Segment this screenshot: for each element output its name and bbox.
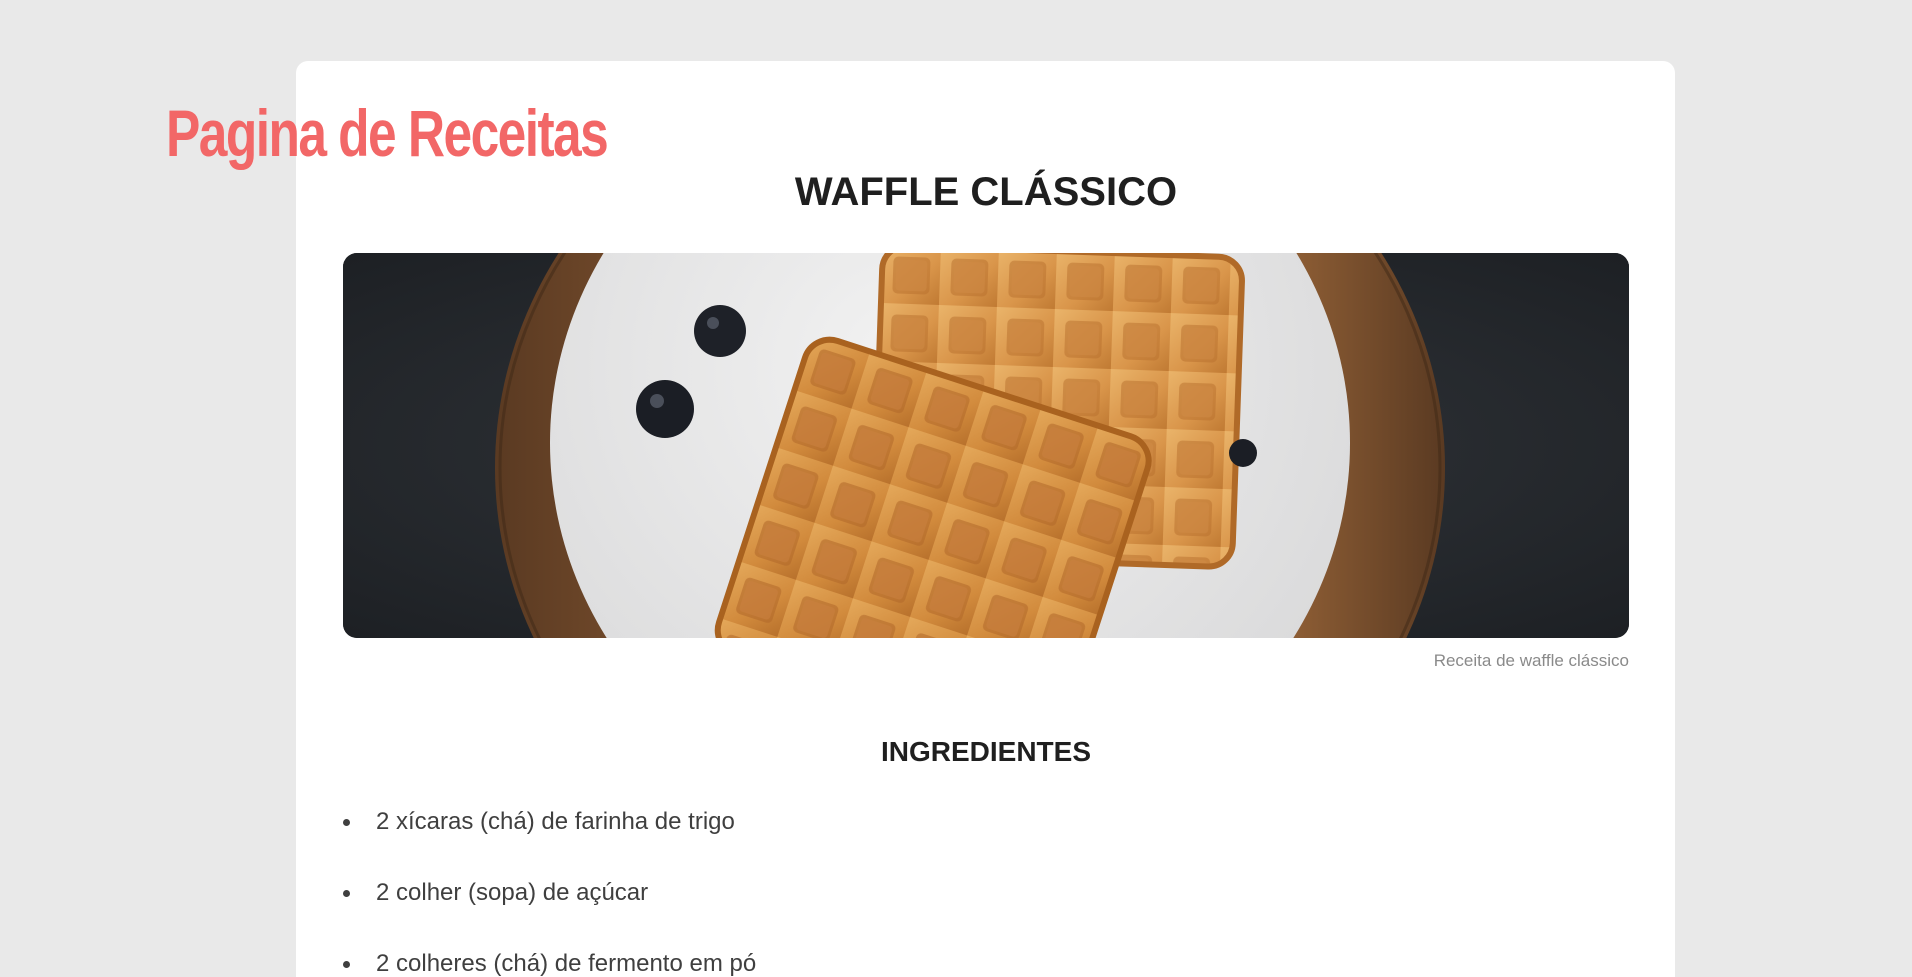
site-title: Pagina de Receitas [166,96,609,170]
recipe-title-text: WAFFLE CLÁSSICO [794,170,1178,214]
recipe-title: WAFFLE CLÁSSICO [0,170,1912,215]
page: Pagina de Receitas WAFFLE CLÁSSICO Recei… [0,0,1912,977]
image-caption: Receita de waffle clássico [1433,651,1629,670]
waffle-photo [343,253,1629,638]
ingredients-heading-text: INGREDIENTES [880,736,1092,767]
list-item: 2 xícaras (chá) de farinha de trigo [343,800,756,871]
list-item: 2 colher (sopa) de açúcar [343,871,756,942]
ingredients-heading: INGREDIENTES [0,736,1912,768]
ingredients-list: 2 xícaras (chá) de farinha de trigo 2 co… [343,800,756,977]
list-item: 2 colheres (chá) de fermento em pó [343,942,756,977]
waffle-illustration [343,253,1629,638]
